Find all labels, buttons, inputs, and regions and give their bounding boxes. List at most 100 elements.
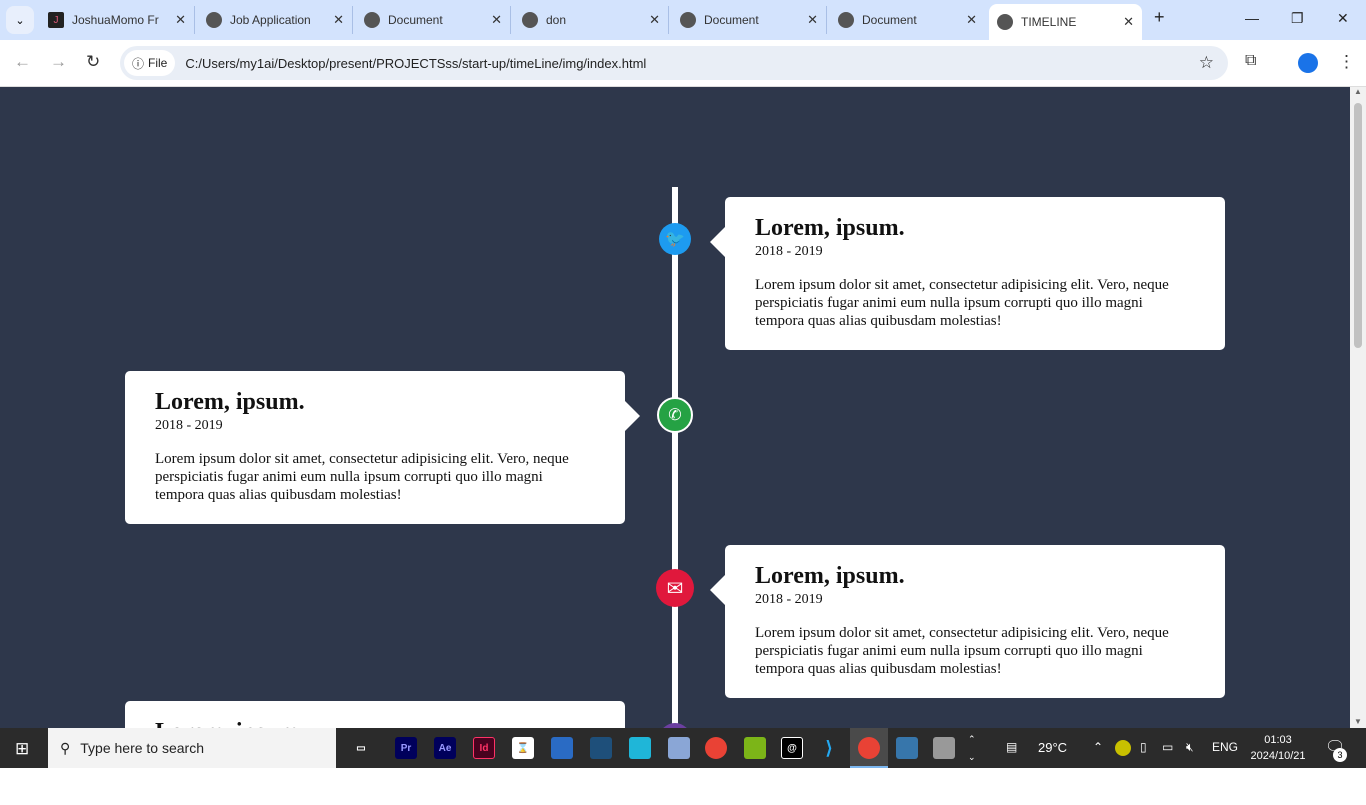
close-icon[interactable]: ✕ (966, 12, 977, 28)
news-widget-icon[interactable]: ▤ (1006, 740, 1017, 754)
menu-icon[interactable]: ⋮ (1338, 52, 1355, 72)
card-date: 2018 - 2019 (755, 244, 823, 259)
chrome-active-icon[interactable] (850, 728, 888, 768)
tray-app-icon[interactable] (1115, 740, 1131, 756)
weather[interactable]: 29°C (1038, 740, 1067, 755)
back-button[interactable]: ← (14, 52, 31, 72)
taskbar: ⊞ ⚲ Type here to search ▭ Pr Ae Id ⌛ @ ⟩ … (0, 728, 1366, 768)
chip-label: File (148, 56, 168, 70)
tab-6[interactable]: Document ✕ (830, 6, 985, 34)
card-text: Lorem ipsum dolor sit amet, consectetur … (755, 277, 1169, 329)
tab-1[interactable]: J JoshuaMomo Fr ✕ (40, 6, 195, 34)
tab-label: don (546, 13, 567, 27)
globe-icon (364, 12, 380, 28)
chrome-icon[interactable] (705, 737, 727, 759)
close-icon[interactable]: ✕ (807, 12, 818, 28)
site-info-chip[interactable]: ⓘ File (124, 50, 176, 76)
card-title: Lorem, ipsum. (155, 389, 305, 415)
whatsapp-icon: ✆ (657, 397, 693, 433)
extensions-icon[interactable]: ⧉ (1245, 52, 1256, 70)
taskbar-scroll[interactable]: ⌃ ⌄ (968, 730, 976, 766)
address-bar-row: ← → ↻ ⓘ File C:/Users/my1ai/Desktop/prese… (0, 40, 1366, 87)
taskbar-search[interactable]: ⚲ Type here to search (48, 728, 336, 768)
timeline-card: Lorem, ipsum. 2018 - 2019 Lorem ipsum do… (710, 545, 1225, 698)
timeline-card: Lorem, ipsum. 2018 - 2019 Lorem ipsum do… (125, 371, 640, 524)
python-icon[interactable] (896, 737, 918, 759)
notification-badge: 3 (1333, 748, 1347, 762)
mute-icon[interactable]: 🔇︎ (1186, 740, 1194, 755)
bookmark-star-icon[interactable]: ☆ (1199, 53, 1214, 73)
close-icon[interactable]: ✕ (175, 12, 186, 28)
vscode-icon[interactable]: ⟩ (818, 737, 840, 759)
tab-strip: ⌄ J JoshuaMomo Fr ✕ Job Application ✕ Docum… (0, 0, 1366, 40)
globe-icon (522, 12, 538, 28)
close-icon[interactable]: ✕ (491, 12, 502, 28)
capcut-icon[interactable]: ⌛ (512, 737, 534, 759)
w3schools-icon[interactable] (744, 737, 766, 759)
close-icon[interactable]: ✕ (333, 12, 344, 28)
language[interactable]: ENG (1212, 740, 1238, 754)
timeline-card: Lorem, ipsum. 2018 - 2019 Lorem ipsum do… (710, 197, 1225, 350)
search-placeholder: Type here to search (80, 740, 205, 756)
reload-button[interactable]: ↻ (86, 52, 100, 72)
close-window-button[interactable]: ✕ (1337, 10, 1349, 27)
minimize-button[interactable]: — (1245, 10, 1259, 26)
clock[interactable]: 01:03 2024/10/21 (1248, 732, 1308, 764)
forward-button[interactable]: → (50, 52, 67, 72)
info-icon: ⓘ (132, 56, 145, 71)
scrollbar[interactable]: ▲ ▼ (1350, 87, 1366, 728)
battery-icon[interactable]: ▭ (1162, 740, 1173, 754)
tab-search-button[interactable]: ⌄ (6, 6, 34, 34)
date: 2024/10/21 (1250, 750, 1306, 762)
card-text: Lorem ipsum dolor sit amet, consectetur … (155, 451, 569, 503)
card-date: 2018 - 2019 (755, 592, 823, 607)
mysql-icon[interactable] (590, 737, 612, 759)
tab-label: Document (388, 13, 443, 27)
scrollbar-thumb[interactable] (1354, 103, 1362, 348)
globe-icon (680, 12, 696, 28)
paint-icon[interactable] (668, 737, 690, 759)
j-favicon-icon: J (48, 12, 64, 28)
tab-timeline[interactable]: TIMELINE ✕ (989, 4, 1142, 40)
threads-icon[interactable]: @ (781, 737, 803, 759)
tab-3[interactable]: Document ✕ (356, 6, 511, 34)
app-icon[interactable] (933, 737, 955, 759)
close-icon[interactable]: ✕ (1123, 14, 1134, 30)
omnibox[interactable]: ⓘ File C:/Users/my1ai/Desktop/present/PRO… (120, 46, 1228, 80)
tab-label: Job Application (230, 13, 311, 27)
card-title: Lorem, ipsum. (755, 563, 905, 589)
tab-5[interactable]: Document ✕ (672, 6, 827, 34)
tab-4[interactable]: don ✕ (514, 6, 669, 34)
card-title: Lorem, ipsum. (755, 215, 905, 241)
tab-label: TIMELINE (1021, 15, 1077, 29)
profile-avatar[interactable] (1298, 53, 1318, 73)
restore-button[interactable]: ❐ (1291, 10, 1304, 27)
url-text[interactable]: C:/Users/my1ai/Desktop/present/PROJECTSs… (185, 56, 646, 71)
show-hidden-icon[interactable]: ⌃ (1093, 740, 1103, 754)
search-icon: ⚲ (60, 739, 71, 756)
indesign-icon[interactable]: Id (473, 737, 495, 759)
twitter-icon: 🐦 (659, 223, 691, 255)
windows-start-icon[interactable]: ⊞ (15, 739, 29, 759)
card-date: 2018 - 2019 (155, 418, 223, 433)
timeline-line (672, 187, 678, 728)
tab-2[interactable]: Job Application ✕ (198, 6, 353, 34)
mail-icon: ✉ (656, 569, 694, 607)
app-icon[interactable] (629, 737, 651, 759)
tab-label: Document (704, 13, 759, 27)
premiere-icon[interactable]: Pr (395, 737, 417, 759)
globe-icon (838, 12, 854, 28)
close-icon[interactable]: ✕ (649, 12, 660, 28)
globe-icon (206, 12, 222, 28)
timeline-page: Lorem, ipsum. 2018 - 2019 Lorem ipsum do… (0, 87, 1350, 761)
card-text: Lorem ipsum dolor sit amet, consectetur … (755, 625, 1169, 677)
after-effects-icon[interactable]: Ae (434, 737, 456, 759)
camera-icon[interactable]: ▯ (1140, 740, 1147, 754)
tab-label: Document (862, 13, 917, 27)
time: 01:03 (1264, 734, 1292, 746)
globe-icon (997, 14, 1013, 30)
app-icon[interactable] (551, 737, 573, 759)
new-tab-button[interactable]: + (1154, 7, 1165, 28)
tab-label: JoshuaMomo Fr (72, 13, 159, 27)
task-view-icon[interactable]: ▭ (350, 737, 372, 759)
